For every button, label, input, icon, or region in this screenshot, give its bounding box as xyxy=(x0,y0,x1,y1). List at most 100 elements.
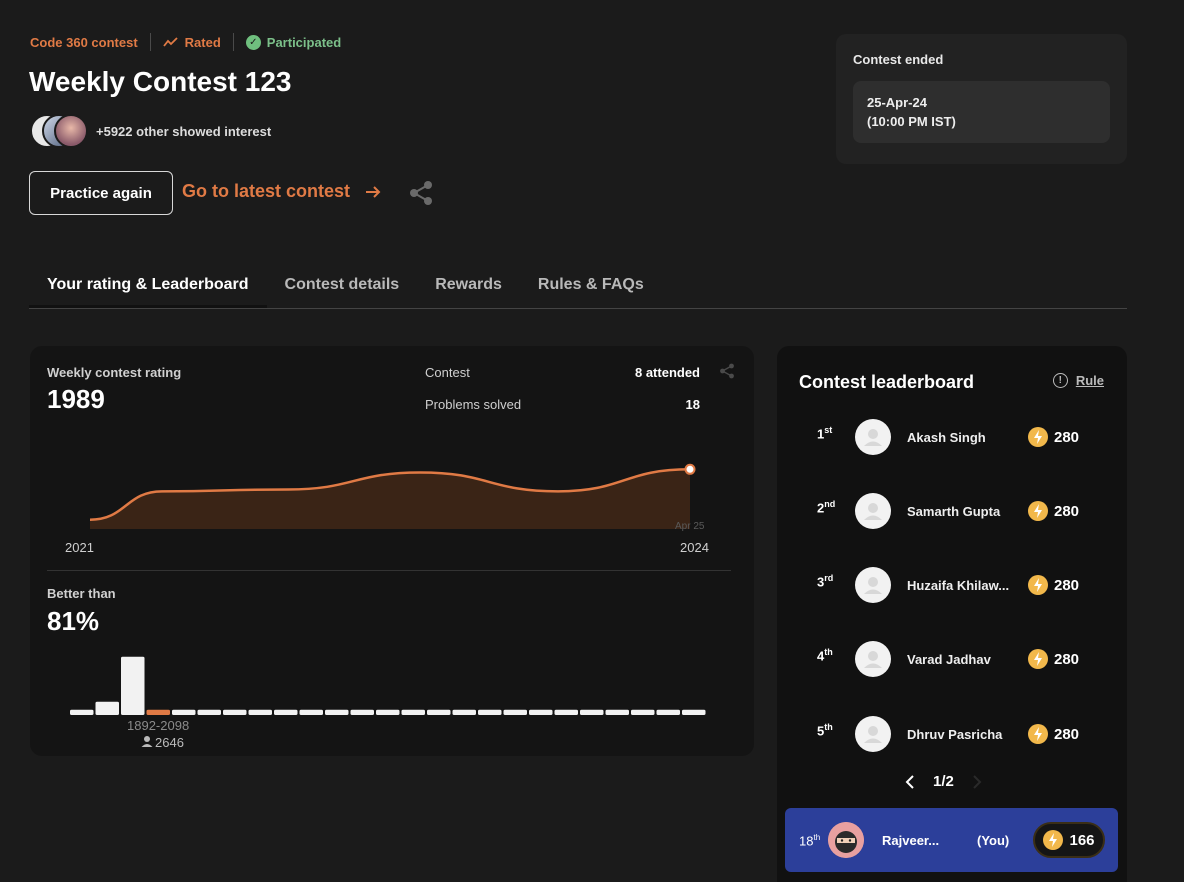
interest-text: +5922 other showed interest xyxy=(96,123,272,139)
histogram-bar xyxy=(223,709,247,715)
histogram-bar xyxy=(376,709,400,715)
rank-label: 1st xyxy=(817,425,833,442)
participated-badge: ✓ Participated xyxy=(245,34,342,50)
interest-row: +5922 other showed interest xyxy=(30,114,271,148)
check-icon: ✓ xyxy=(245,34,261,50)
share-icon[interactable] xyxy=(408,180,434,206)
your-rank-card[interactable]: 18th Rajveer... (You) 166 xyxy=(785,808,1118,872)
tab-contest-details[interactable]: Contest details xyxy=(267,260,418,308)
leaderboard-row[interactable]: 2nd Samarth Gupta 280 xyxy=(777,493,1127,529)
leaderboard-row[interactable]: 3rd Huzaifa Khilaw... 280 xyxy=(777,567,1127,603)
tab-rating-leaderboard[interactable]: Your rating & Leaderboard xyxy=(29,260,267,308)
user-icon xyxy=(141,736,153,747)
avatar xyxy=(855,419,891,455)
contest-ended-date-box: 25-Apr-24 (10:00 PM IST) xyxy=(853,81,1110,143)
histogram-bar xyxy=(529,709,553,715)
player-name: Huzaifa Khilaw... xyxy=(907,578,1010,593)
avatar-stack xyxy=(30,114,92,148)
avatar xyxy=(54,114,88,148)
your-score: 166 xyxy=(1033,822,1105,858)
player-name: Dhruv Pasricha xyxy=(907,727,1003,742)
leaderboard-row[interactable]: 4th Varad Jadhav 280 xyxy=(777,641,1127,677)
user-placeholder-icon xyxy=(864,503,882,520)
chevron-left-icon[interactable] xyxy=(905,774,915,789)
ninja-avatar-icon xyxy=(828,822,864,858)
user-placeholder-icon xyxy=(864,726,882,743)
histogram-bar xyxy=(580,709,604,715)
histogram-bar xyxy=(146,709,170,715)
leaderboard-row[interactable]: 1st Akash Singh 280 xyxy=(777,419,1127,455)
rated-badge: Rated xyxy=(162,34,221,50)
contest-ended-label: Contest ended xyxy=(853,52,944,67)
player-score: 280 xyxy=(1028,501,1079,521)
leaderboard-row[interactable]: 5th Dhruv Pasricha 280 xyxy=(777,716,1127,752)
histogram-bar xyxy=(121,656,145,715)
leaderboard-card: Contest leaderboard ! Rule 1st Akash Sin… xyxy=(777,346,1127,882)
player-score: 280 xyxy=(1028,724,1079,744)
histogram-bar xyxy=(95,701,119,715)
tab-bar: Your rating & Leaderboard Contest detail… xyxy=(29,260,1127,309)
histogram-bar xyxy=(427,709,451,715)
rating-histogram: 1892-2098 2646 xyxy=(70,656,706,750)
avatar xyxy=(855,493,891,529)
leaderboard-title: Contest leaderboard xyxy=(799,372,975,392)
contest-ended-card: Contest ended 25-Apr-24 (10:00 PM IST) xyxy=(836,34,1127,164)
histogram-bar xyxy=(248,709,272,715)
user-placeholder-icon xyxy=(864,651,882,668)
you-tag: (You) xyxy=(977,833,1010,848)
page-title: Weekly Contest 123 xyxy=(29,66,292,97)
histogram-count: 2646 xyxy=(141,735,184,750)
histogram-bar xyxy=(554,709,578,715)
rank-label: 4th xyxy=(817,647,833,664)
player-name: Akash Singh xyxy=(907,430,986,445)
rated-label: Rated xyxy=(184,34,221,50)
your-name: Rajveer... xyxy=(882,833,940,848)
your-rank: 18th xyxy=(799,833,821,849)
player-score: 280 xyxy=(1028,575,1079,595)
histogram-bar xyxy=(299,709,323,715)
trend-up-icon xyxy=(162,37,178,47)
tab-rewards[interactable]: Rewards xyxy=(417,260,520,308)
contest-meta: Code 360 contest Rated ✓ Participated xyxy=(30,33,341,51)
histogram-bar xyxy=(656,709,680,715)
meta-divider xyxy=(232,33,234,51)
latest-link-label: Go to latest contest xyxy=(182,181,351,201)
histogram-bar xyxy=(172,709,196,715)
rank-label: 2nd xyxy=(817,499,836,516)
histogram-bar xyxy=(401,709,425,715)
lightning-coin-icon xyxy=(1028,724,1048,744)
player-score: 280 xyxy=(1028,649,1079,669)
ended-date: 25-Apr-24 xyxy=(867,95,927,110)
practice-again-button[interactable]: Practice again xyxy=(29,171,173,215)
avatar xyxy=(855,716,891,752)
histogram-bar xyxy=(682,709,706,715)
lightning-coin-icon xyxy=(1043,830,1064,850)
leaderboard-pager: 1/2 xyxy=(905,773,982,790)
player-name: Varad Jadhav xyxy=(907,652,991,667)
page-indicator: 1/2 xyxy=(933,773,954,790)
lightning-coin-icon xyxy=(1028,427,1048,447)
meta-divider xyxy=(149,33,151,51)
histogram-bar xyxy=(631,709,655,715)
participated-label: Participated xyxy=(266,34,342,50)
go-to-latest-contest-link[interactable]: Go to latest contest xyxy=(182,181,382,202)
histogram-count-label: 2646 xyxy=(155,735,184,750)
histogram-range-label: 1892-2098 xyxy=(127,718,189,733)
user-placeholder-icon xyxy=(864,577,882,594)
user-placeholder-icon xyxy=(864,429,882,446)
histogram-bar xyxy=(350,709,374,715)
player-score: 280 xyxy=(1028,427,1079,447)
histogram-bar xyxy=(274,709,298,715)
lightning-coin-icon xyxy=(1028,501,1048,521)
avatar xyxy=(855,641,891,677)
arrow-right-icon xyxy=(366,185,381,198)
rank-label: 3rd xyxy=(817,573,834,590)
histogram-bar xyxy=(70,709,94,715)
avatar xyxy=(855,567,891,603)
tab-rules-faqs[interactable]: Rules & FAQs xyxy=(520,260,662,308)
chevron-right-icon[interactable] xyxy=(972,774,982,789)
avatar xyxy=(828,822,864,858)
leaderboard-rule-link[interactable]: ! Rule xyxy=(1052,373,1104,388)
histogram-bar xyxy=(605,709,629,715)
lightning-coin-icon xyxy=(1028,649,1048,669)
